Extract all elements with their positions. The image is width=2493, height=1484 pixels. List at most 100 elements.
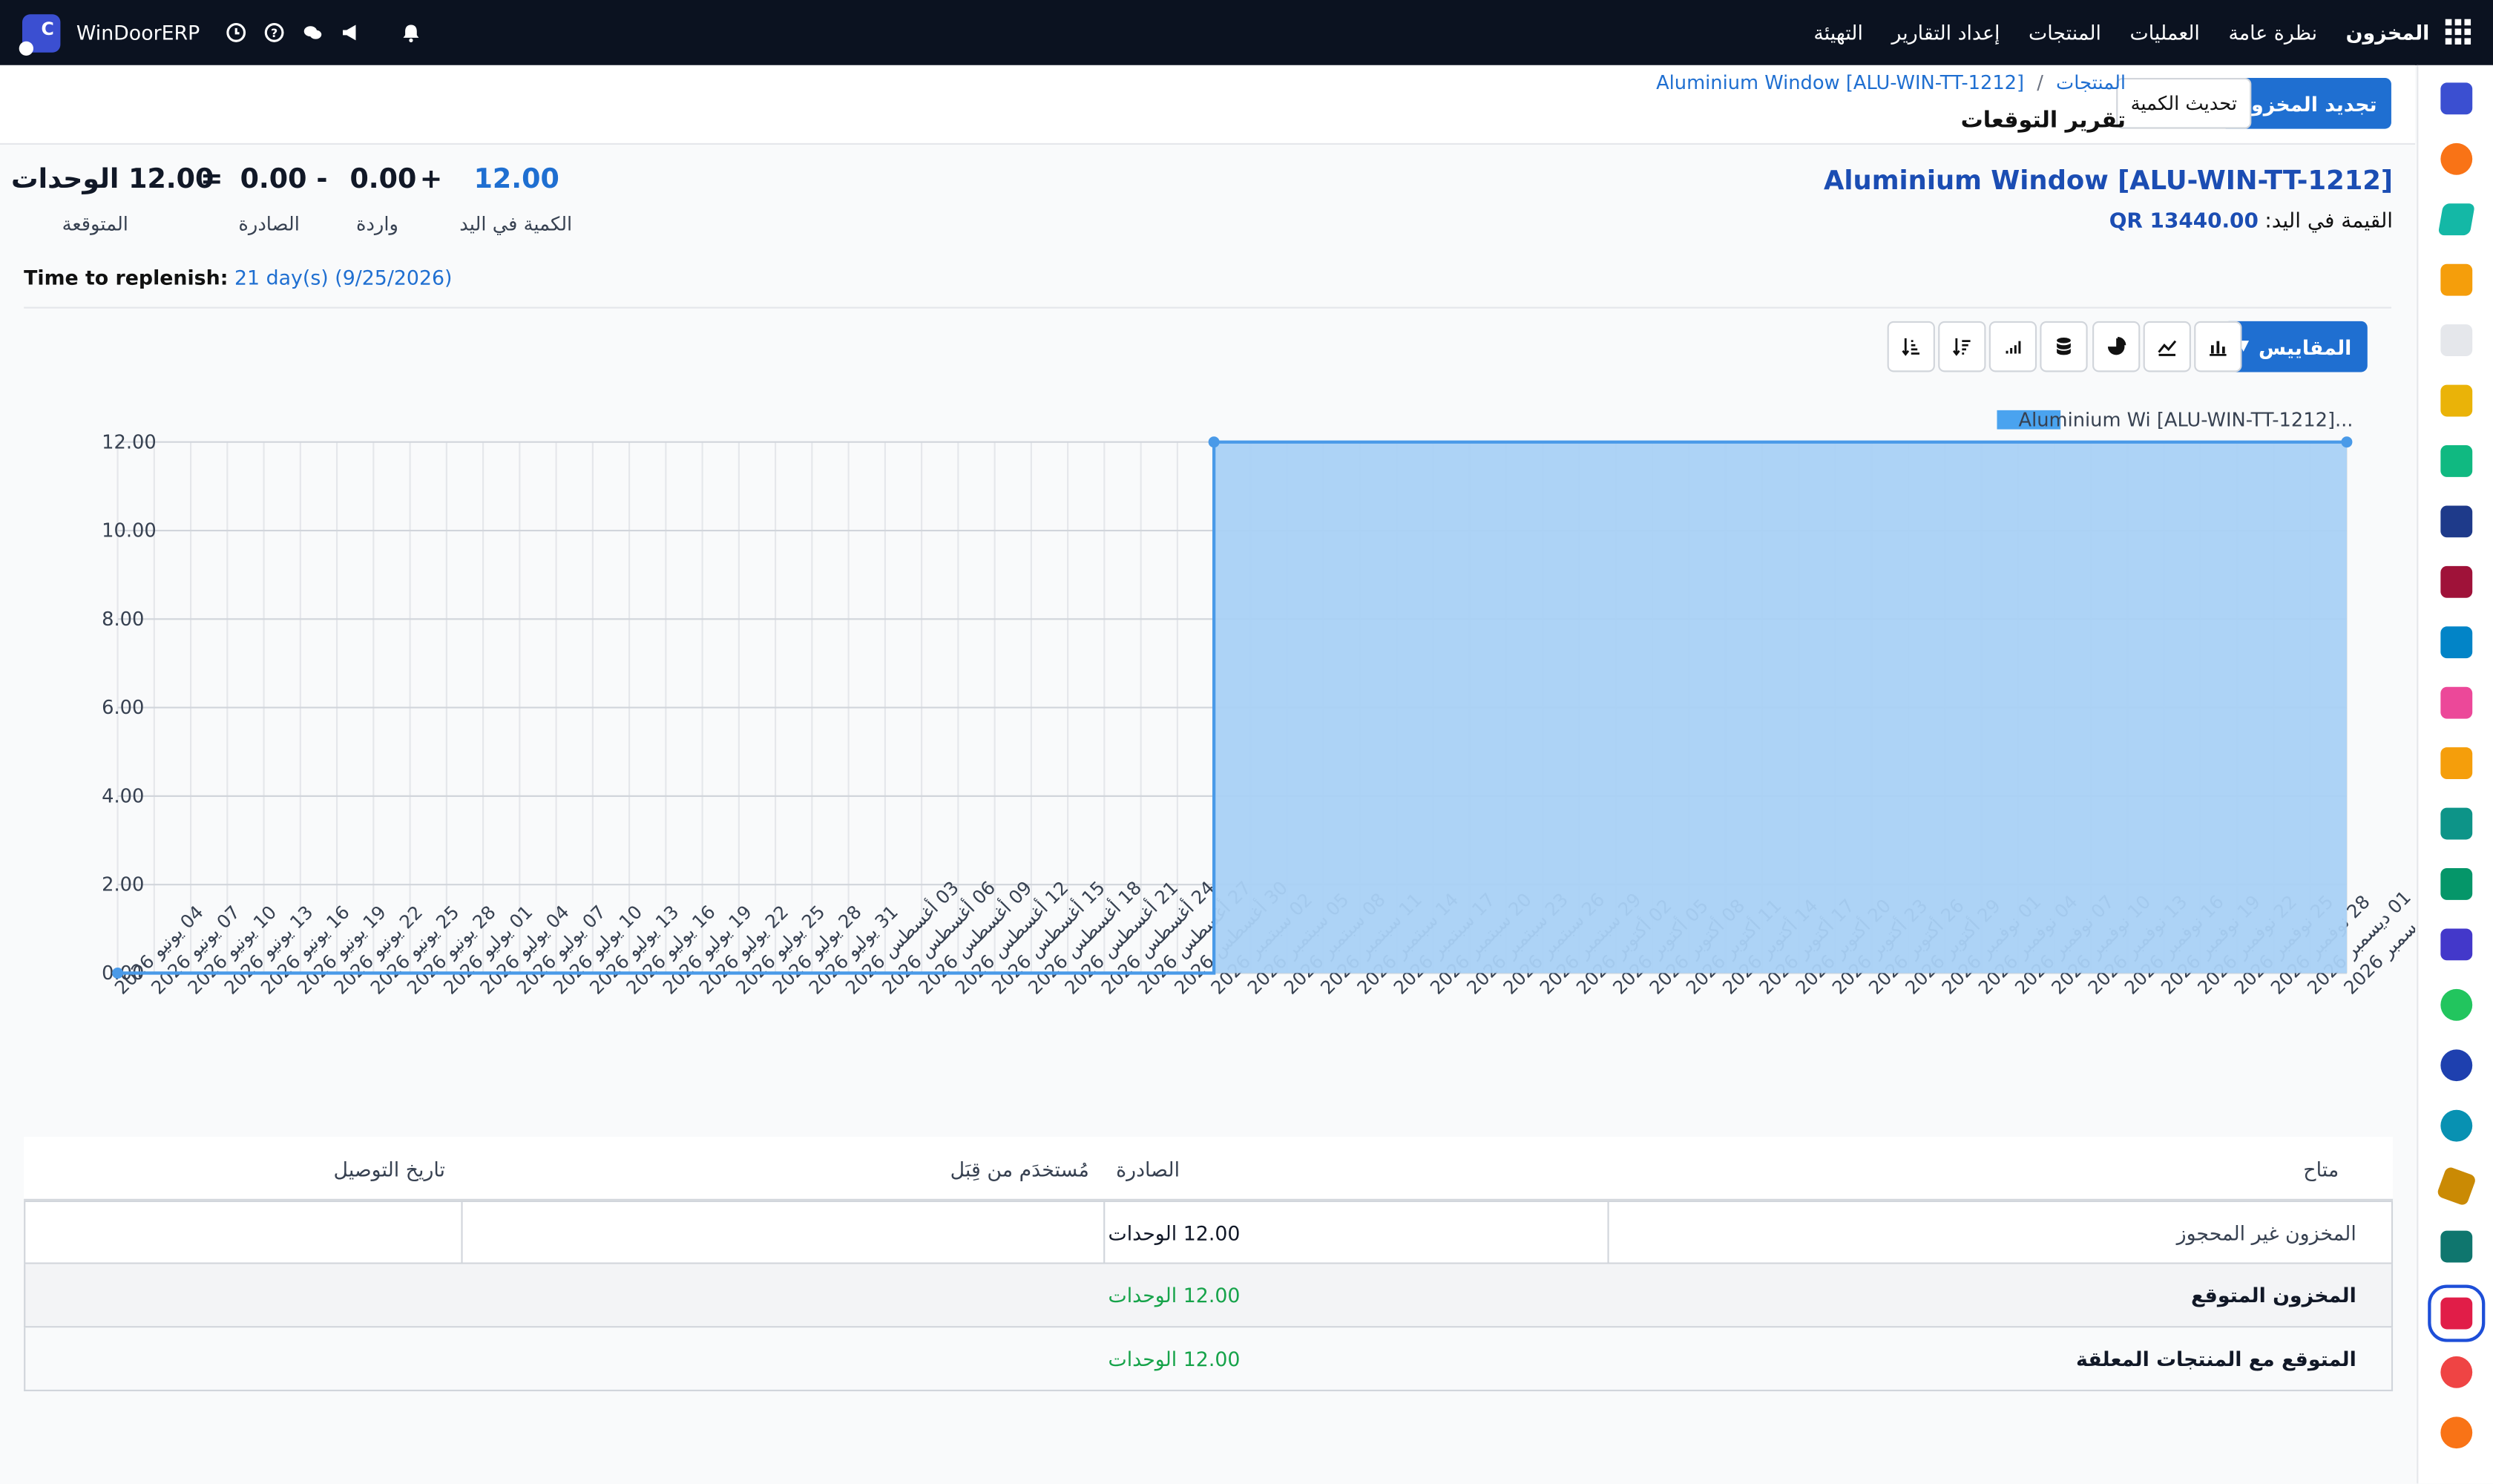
company-logo[interactable] xyxy=(19,13,61,55)
menu-overview[interactable]: نظرة عامة xyxy=(2228,21,2317,45)
accounting-app-icon[interactable] xyxy=(2440,1230,2473,1263)
sign-app-icon[interactable] xyxy=(2440,807,2473,840)
sort-descending-button[interactable] xyxy=(1938,321,1986,372)
employees-app-icon[interactable] xyxy=(2440,686,2473,719)
documents-app-icon[interactable] xyxy=(2440,626,2473,659)
contacts-app-icon[interactable] xyxy=(2440,384,2473,417)
divider xyxy=(24,306,2391,309)
product-title[interactable]: Aluminium Window [ALU-WIN-TT-1212] xyxy=(1824,165,2393,196)
forecast-total: 12.00 الوحدات xyxy=(11,163,214,196)
control-panel: تجديد المخزون تحديث الكمية المنتجات / Al… xyxy=(0,65,2416,145)
apps-sidebar xyxy=(2417,65,2493,1484)
minus-sign: - xyxy=(316,163,328,196)
breadcrumb-separator: / xyxy=(2037,71,2043,94)
on-hand-label: الكمية في اليد xyxy=(459,213,573,236)
row-value: 12.00 الوحدات xyxy=(1108,1283,1241,1307)
on-hand-value: القيمة في اليد: QR 13440.00 xyxy=(2109,210,2393,234)
package-app-icon[interactable] xyxy=(2440,565,2473,598)
menu-operations[interactable]: العمليات xyxy=(2130,21,2200,45)
row-label: المتوقع مع المنتجات المعلقة xyxy=(2076,1347,2356,1371)
cumulative-button[interactable] xyxy=(1988,321,2037,372)
y-tick-label: 2.00 xyxy=(102,874,144,896)
menu-products[interactable]: المنتجات xyxy=(2029,21,2101,45)
y-tick-label: 12.00 xyxy=(102,431,157,453)
y-tick-label: 10.00 xyxy=(102,520,157,542)
announcement-icon[interactable] xyxy=(340,22,362,44)
bar-chart-button[interactable] xyxy=(2194,321,2242,372)
pie-chart-button[interactable] xyxy=(2092,321,2141,372)
mail-app-icon[interactable] xyxy=(2440,82,2473,115)
menu-configuration[interactable]: التهيئة xyxy=(1813,21,1863,45)
table-row-unreserved: المخزون غير المحجوز 12.00 الوحدات xyxy=(24,1200,2394,1264)
plus-sign: + xyxy=(419,163,443,196)
tasks-app-icon[interactable] xyxy=(2440,445,2473,477)
measures-dropdown[interactable]: المقاييس ▼ xyxy=(2221,321,2368,372)
row-label: المخزون المتوقع xyxy=(2190,1283,2356,1307)
y-tick-label: 4.00 xyxy=(102,785,144,807)
sort-ascending-button[interactable] xyxy=(1887,321,1935,372)
dashboard-app-icon[interactable] xyxy=(2440,928,2473,961)
header-used-by: مُستخدَم من قِبَل xyxy=(950,1158,1089,1182)
header-delivery-date: تاريخ التوصيل xyxy=(333,1158,446,1182)
equals-sign: = xyxy=(200,163,223,196)
on-hand-value-amount: QR 13440.00 xyxy=(2109,209,2259,234)
help-icon[interactable]: ? xyxy=(263,22,286,44)
table-row-forecasted: المخزون المتوقع 12.00 الوحدات xyxy=(24,1264,2394,1328)
on-hand-qty[interactable]: 12.00 xyxy=(474,164,559,196)
measures-label: المقاييس xyxy=(2258,335,2352,359)
header-available: متاح xyxy=(2303,1158,2339,1182)
chat-icon[interactable] xyxy=(301,22,323,44)
planning-app-icon[interactable] xyxy=(2440,1109,2473,1142)
breadcrumb-product[interactable]: Aluminium Window [ALU-WIN-TT-1212] xyxy=(1656,71,2024,93)
page-title: تقرير التوقعات xyxy=(1960,108,2126,134)
breadcrumb-products[interactable]: المنتجات xyxy=(2056,71,2126,93)
odoo-app-icon[interactable] xyxy=(2440,1416,2473,1449)
update-quantity-button[interactable]: تحديث الكمية xyxy=(2116,78,2252,129)
breadcrumb: المنتجات / Aluminium Window [ALU-WIN-TT-… xyxy=(1656,71,2126,93)
menu-module-inventory[interactable]: المخزون xyxy=(2346,21,2430,45)
contacts-card-icon[interactable] xyxy=(2440,868,2473,900)
menu-reporting[interactable]: إعداد التقارير xyxy=(1891,21,2000,45)
discuss-app-icon[interactable] xyxy=(2440,142,2473,175)
row-value: 12.00 الوحدات xyxy=(1108,1347,1241,1371)
data-point xyxy=(1208,436,1220,448)
company-name[interactable]: WinDoorERP xyxy=(76,21,200,45)
stacked-button[interactable] xyxy=(2040,321,2088,372)
reports-app-icon[interactable] xyxy=(2440,263,2473,296)
forecast-label: المتوقعة xyxy=(62,213,128,236)
telegram-app-icon[interactable] xyxy=(2436,1166,2477,1207)
top-navbar: المخزون نظرة عامة العمليات المنتجات إعدا… xyxy=(0,0,2493,65)
knowledge-app-icon[interactable] xyxy=(2440,505,2473,538)
forecast-chart: 12.0010.008.006.004.002.000.0004 يونيو 2… xyxy=(102,409,2415,998)
row-label: المخزون غير المحجوز xyxy=(2176,1221,2356,1245)
main-menu: المخزون نظرة عامة العمليات المنتجات إعدا… xyxy=(1813,0,2429,65)
y-tick-label: 8.00 xyxy=(102,608,144,631)
table-header: متاح الصادرة مُستخدَم من قِبَل تاريخ الت… xyxy=(24,1137,2394,1201)
database-icon xyxy=(2057,337,2071,355)
clock-app-icon[interactable] xyxy=(2440,1049,2473,1082)
incoming-label: واردة xyxy=(356,213,398,236)
line-chart-icon xyxy=(2158,340,2177,356)
line-chart-button[interactable] xyxy=(2143,321,2191,372)
sort-descending-icon xyxy=(1952,338,1971,356)
outgoing-label: الصادرة xyxy=(238,213,300,236)
row-value: 12.00 الوحدات xyxy=(1108,1221,1241,1245)
calendar-app-icon[interactable] xyxy=(2440,747,2473,780)
incoming-qty[interactable]: 0.00 xyxy=(349,164,416,196)
data-point xyxy=(112,967,124,979)
pie-chart-icon xyxy=(2107,337,2126,355)
clock-icon[interactable] xyxy=(226,22,248,44)
apps-menu-icon[interactable] xyxy=(2445,19,2471,45)
bell-icon[interactable] xyxy=(400,22,422,44)
time-to-replenish: Time to replenish: 21 day(s) (9/25/2026) xyxy=(24,266,452,289)
header-outgoing: الصادرة xyxy=(1116,1158,1180,1182)
inventory-app-icon[interactable] xyxy=(2428,1284,2486,1342)
replenish-value[interactable]: 21 day(s) (9/25/2026) xyxy=(234,266,453,289)
pie-app-icon[interactable] xyxy=(2440,1356,2473,1388)
website-app-icon[interactable] xyxy=(2437,203,2475,236)
inventory-box-icon[interactable] xyxy=(2440,324,2473,357)
y-tick-label: 6.00 xyxy=(102,697,144,719)
whatsapp-app-icon[interactable] xyxy=(2440,988,2473,1021)
outgoing-qty[interactable]: 0.00 xyxy=(240,164,307,196)
cell-divider xyxy=(1103,1202,1106,1264)
